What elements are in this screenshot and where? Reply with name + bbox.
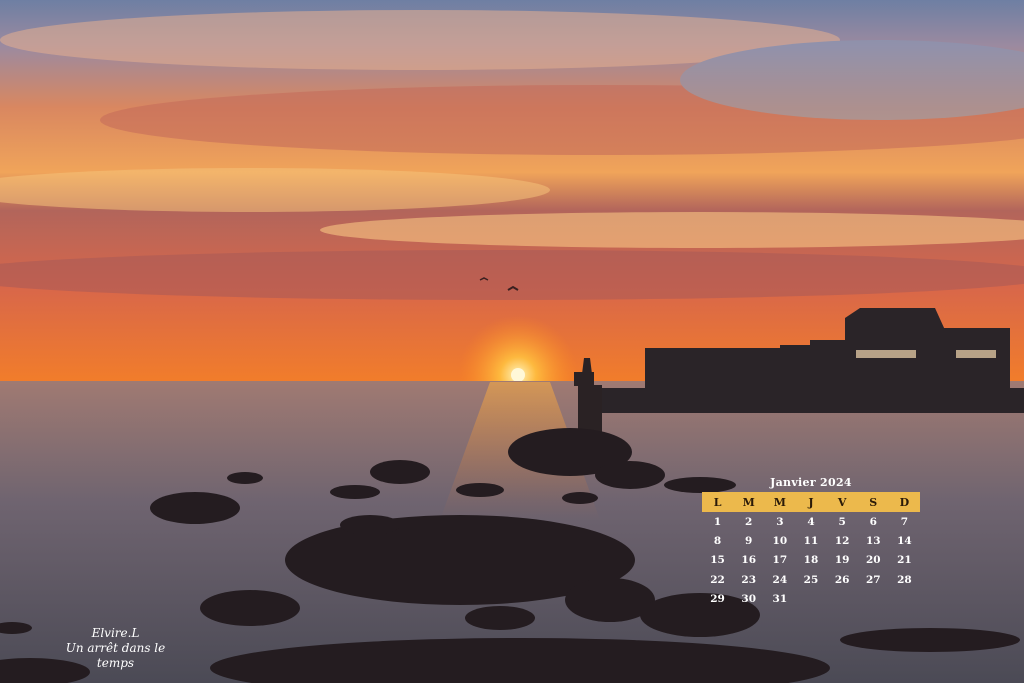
calendar-day: 3 [776,515,784,528]
signature-tagline: Un arrêt dans le temps [65,641,166,670]
calendar-day: 25 [803,573,819,586]
calendar-day: 29 [710,593,725,606]
calendar-day: 6 [869,515,877,528]
calendar-weekday-header: L M M J V S D [702,492,920,512]
calendar-day: 16 [741,554,757,567]
calendar-day: 4 [807,515,815,528]
calendar-day: 2 [745,515,753,528]
calendar-day: 19 [834,554,850,567]
calendar-days: 1 2 3 4 5 6 7 8 9 10 11 12 13 14 15 16 17 18 19 20 21 22 23 24 2… [702,512,920,609]
calendar-day: 27 [865,573,881,586]
calendar-day: 7 [900,515,909,528]
weekday-label: M [742,495,755,509]
weekday-label: S [869,495,878,509]
calendar-day: 14 [897,535,912,548]
weekday-label: D [899,495,910,509]
weekday-label: L [713,495,722,509]
calendar-day: 12 [834,535,850,548]
calendar-week-row: 22 23 24 25 26 27 28 [702,570,920,589]
calendar-day: 10 [772,535,788,548]
photographer-signature: Elvire.L Un arrêt dans le temps [48,626,183,671]
calendar-day: 20 [865,554,881,567]
calendar-week-row: 15 16 17 18 19 20 21 [702,551,920,570]
calendar-week-row: 29 30 31 [702,590,920,609]
calendar-day: 31 [772,593,788,606]
calendar-week-row: 1 2 3 4 5 6 7 [702,512,920,531]
calendar-day: 8 [713,535,722,548]
calendar-title: Janvier 2024 [770,476,852,489]
calendar-day: 28 [897,573,912,586]
calendar-day: 24 [772,573,788,586]
calendar-day: 26 [834,573,850,586]
calendar-day: 30 [741,593,757,606]
calendar-day: 22 [710,573,725,586]
calendar-day: 5 [838,515,846,528]
calendar-day: 18 [803,554,819,567]
weekday-label: V [837,495,847,509]
weekday-label: M [773,495,786,509]
calendar-day: 21 [897,554,912,567]
weekday-label: J [808,495,814,509]
calendar-widget: Janvier 2024 L M M J V S D 1 2 3 4 5 6 7 8 9 10 11… [702,474,920,609]
calendar-day: 13 [865,535,881,548]
signature-name: Elvire.L [91,626,140,640]
calendar-day: 15 [710,554,725,567]
calendar-day: 9 [745,535,753,548]
calendar-week-row: 8 9 10 11 12 13 14 [702,531,920,550]
calendar-day: 17 [772,554,788,567]
calendar-day: 11 [803,535,819,548]
calendar-day: 23 [741,573,757,586]
calendar-day: 1 [713,515,722,528]
